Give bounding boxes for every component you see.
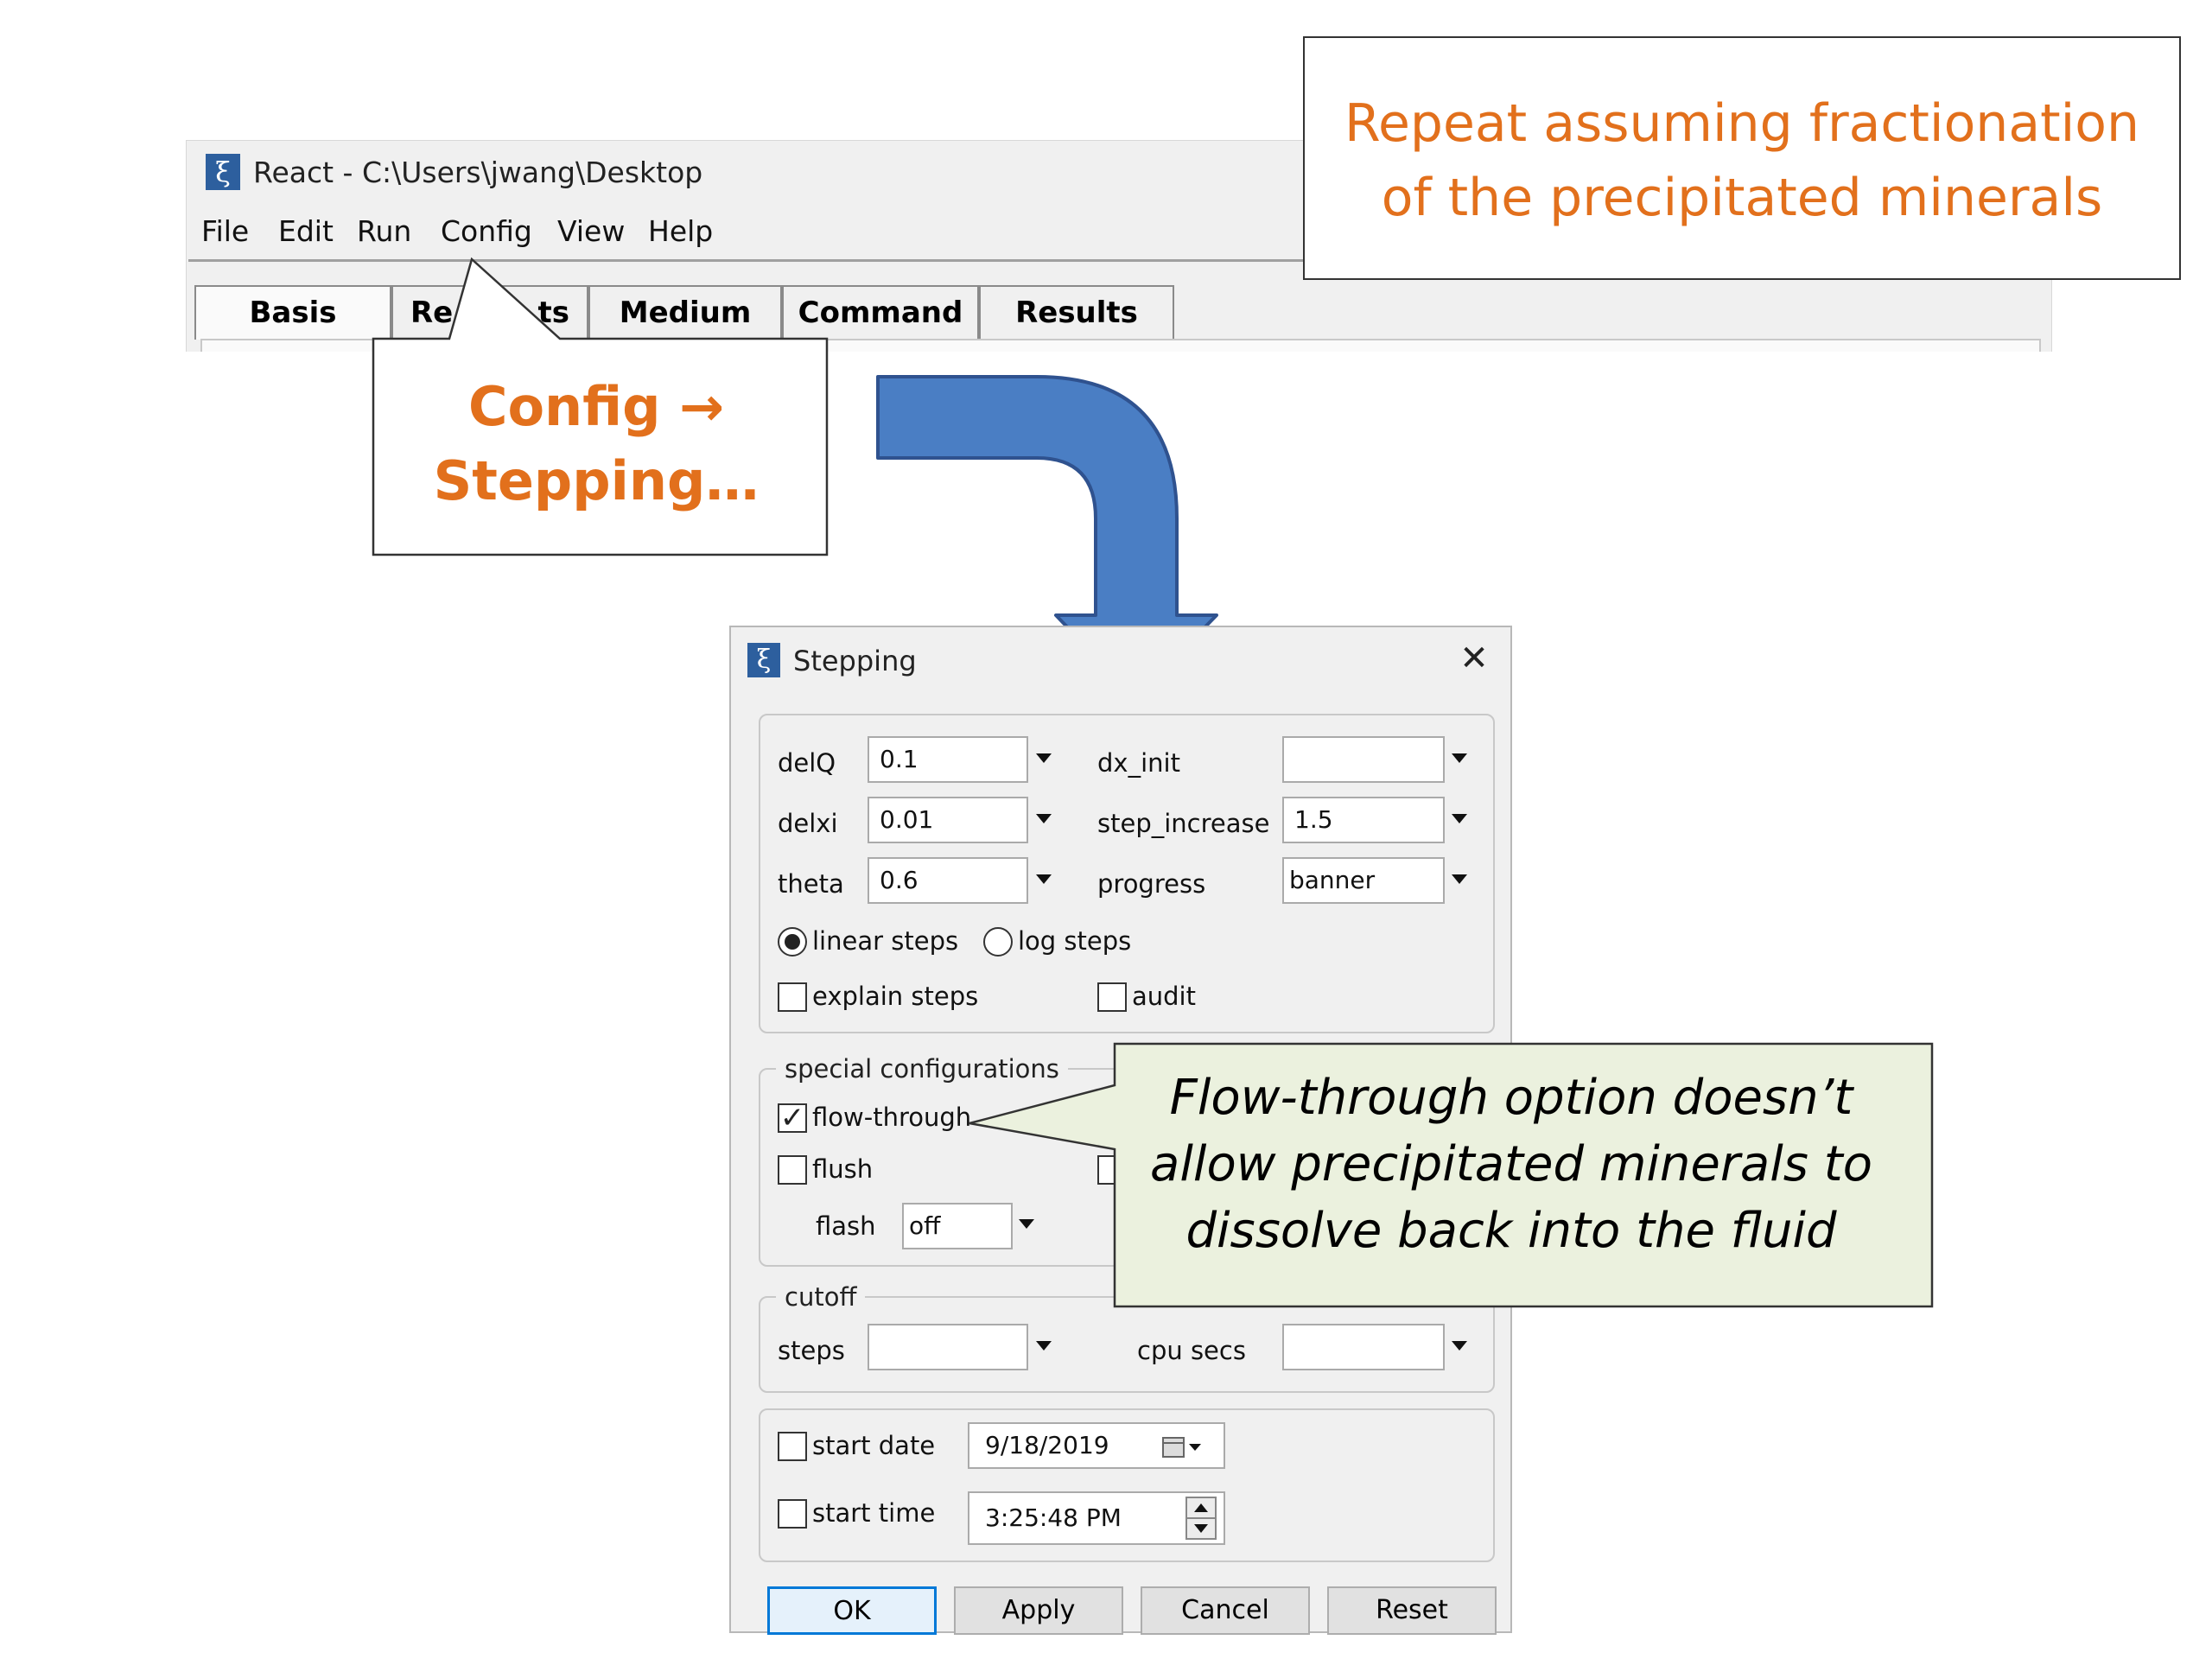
callout-flow-through-shape <box>969 1042 1934 1308</box>
callout-flow-line-3: dissolve back into the fluid <box>1185 1203 1837 1259</box>
callout-flow-through-text: Flow-through option doesn’t allow precip… <box>1108 1065 1915 1264</box>
callout-flow-line-2: allow precipitated minerals to <box>1150 1136 1872 1192</box>
callout-flow-line-1: Flow-through option doesn’t <box>1169 1070 1853 1126</box>
